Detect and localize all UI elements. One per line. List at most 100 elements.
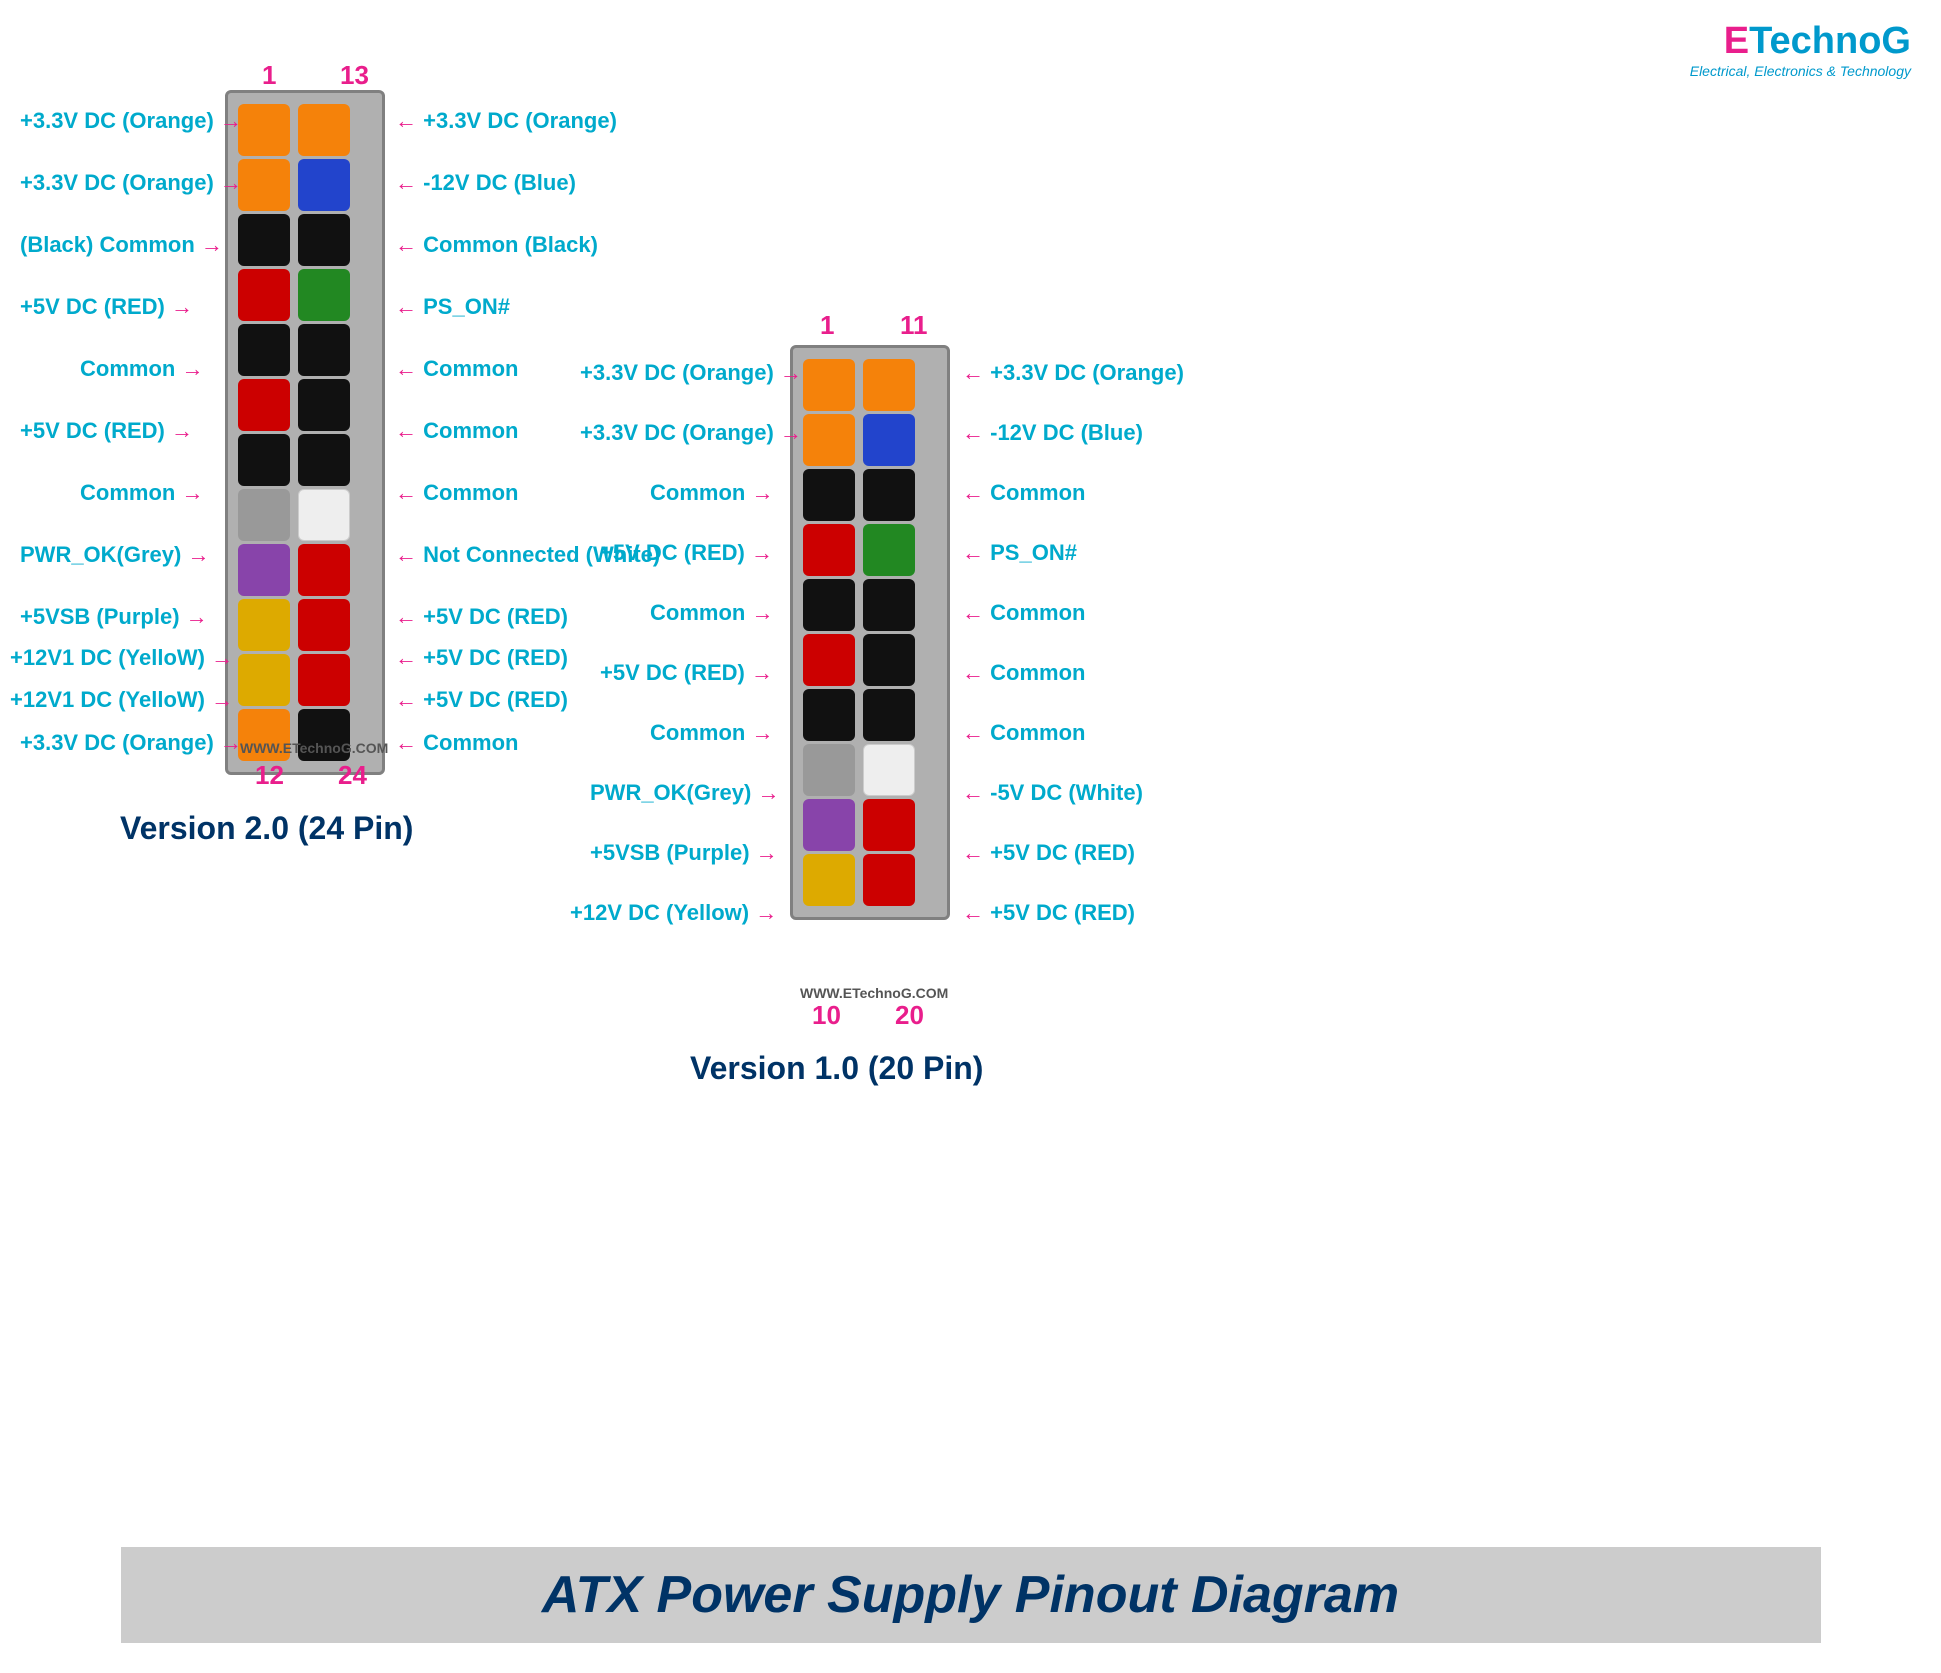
label-20-left-3: Common	[650, 480, 773, 506]
label-20-right-4: PS_ON#	[962, 540, 1077, 566]
label-20-left-7: Common	[650, 720, 773, 746]
pin20-6-2	[863, 634, 915, 686]
page-title: ATX Power Supply Pinout Diagram	[181, 1565, 1761, 1625]
pin-row-8	[238, 489, 372, 541]
pin-row-4	[238, 269, 372, 321]
pin20-row-7	[803, 689, 937, 741]
pin20-4-2	[863, 524, 915, 576]
label-24-left-2: +3.3V DC (Orange)	[20, 170, 242, 196]
label-20-left-8: PWR_OK(Grey)	[590, 780, 779, 806]
pin20-10-2	[863, 854, 915, 906]
label-24-right-6: Common	[395, 418, 518, 444]
label-20-right-10: +5V DC (RED)	[962, 900, 1135, 926]
label-24-left-10: +12V1 DC (YelloW)	[10, 645, 233, 671]
logo-sub: Electrical, Electronics & Technology	[1690, 63, 1911, 79]
pin20-2-2	[863, 414, 915, 466]
pin-num-10-20: 10	[812, 1000, 841, 1031]
pin20-3-2	[863, 469, 915, 521]
label-24-left-8: PWR_OK(Grey)	[20, 542, 209, 568]
label-24-right-10: +5V DC (RED)	[395, 645, 568, 671]
pin-num-1-24: 1	[262, 60, 276, 91]
label-20-left-6: +5V DC (RED)	[600, 660, 773, 686]
logo: ETechnoG Electrical, Electronics & Techn…	[1690, 20, 1911, 79]
label-24-left-12: +3.3V DC (Orange)	[20, 730, 242, 756]
connector-24pin	[225, 90, 385, 775]
label-20-right-7: Common	[962, 720, 1085, 746]
version-24-label: Version 2.0 (24 Pin)	[120, 810, 413, 847]
label-24-right-9: +5V DC (RED)	[395, 604, 568, 630]
title-bar: ATX Power Supply Pinout Diagram	[121, 1547, 1821, 1643]
label-20-left-4: +5V DC (RED)	[600, 540, 773, 566]
watermark-20pin: WWW.ETechnoG.COM	[800, 985, 948, 1001]
pin-8-1	[238, 489, 290, 541]
pin-2-2	[298, 159, 350, 211]
logo-e: E	[1724, 20, 1749, 62]
label-20-right-8: -5V DC (White)	[962, 780, 1143, 806]
version-20-label: Version 1.0 (20 Pin)	[690, 1050, 983, 1087]
label-24-left-11: +12V1 DC (YelloW)	[10, 687, 233, 713]
pin-row-9	[238, 544, 372, 596]
label-20-right-6: Common	[962, 660, 1085, 686]
pin-5-1	[238, 324, 290, 376]
pin20-7-2	[863, 689, 915, 741]
pin-10-1	[238, 599, 290, 651]
pin-1-2	[298, 104, 350, 156]
pin20-2-1	[803, 414, 855, 466]
label-24-left-7: Common	[80, 480, 203, 506]
pin-11-1	[238, 654, 290, 706]
pin20-row-4	[803, 524, 937, 576]
pin20-8-1	[803, 744, 855, 796]
pin20-9-1	[803, 799, 855, 851]
pin-11-2	[298, 654, 350, 706]
pin-2-1	[238, 159, 290, 211]
pin20-5-2	[863, 579, 915, 631]
pin-4-2	[298, 269, 350, 321]
connector-20pin	[790, 345, 950, 920]
label-24-left-1: +3.3V DC (Orange)	[20, 108, 242, 134]
pin-9-2	[298, 544, 350, 596]
label-24-left-3: (Black) Common	[20, 232, 223, 258]
pin-num-12-24: 12	[255, 760, 284, 791]
pin20-row-10	[803, 854, 937, 906]
label-20-right-3: Common	[962, 480, 1085, 506]
page: ETechnoG Electrical, Electronics & Techn…	[0, 0, 1941, 1673]
pin-5-2	[298, 324, 350, 376]
pin-row-6	[238, 379, 372, 431]
label-20-left-10: +12V DC (Yellow)	[570, 900, 777, 926]
label-24-left-5: Common	[80, 356, 203, 382]
pin20-5-1	[803, 579, 855, 631]
pin-4-1	[238, 269, 290, 321]
pin20-row-6	[803, 634, 937, 686]
label-20-right-1: +3.3V DC (Orange)	[962, 360, 1184, 386]
pin20-9-2	[863, 799, 915, 851]
label-20-right-2: -12V DC (Blue)	[962, 420, 1143, 446]
label-24-right-1: +3.3V DC (Orange)	[395, 108, 617, 134]
pin-1-1	[238, 104, 290, 156]
pin20-row-3	[803, 469, 937, 521]
pin-row-1	[238, 104, 372, 156]
watermark-24pin: WWW.ETechnoG.COM	[240, 740, 388, 756]
pin20-6-1	[803, 634, 855, 686]
pin-3-1	[238, 214, 290, 266]
pin-7-1	[238, 434, 290, 486]
pin20-1-2	[863, 359, 915, 411]
pin-6-1	[238, 379, 290, 431]
pin-6-2	[298, 379, 350, 431]
pin-num-13-24: 13	[340, 60, 369, 91]
pin-row-7	[238, 434, 372, 486]
pin-row-10	[238, 599, 372, 651]
label-24-right-11: +5V DC (RED)	[395, 687, 568, 713]
label-24-right-5: Common	[395, 356, 518, 382]
label-20-left-1: +3.3V DC (Orange)	[580, 360, 802, 386]
label-24-right-12: Common	[395, 730, 518, 756]
pin-7-2	[298, 434, 350, 486]
label-24-right-4: PS_ON#	[395, 294, 510, 320]
pin20-10-1	[803, 854, 855, 906]
pin20-row-8	[803, 744, 937, 796]
label-24-left-4: +5V DC (RED)	[20, 294, 193, 320]
pin-row-5	[238, 324, 372, 376]
pin20-row-1	[803, 359, 937, 411]
pin-8-2	[298, 489, 350, 541]
pin-10-2	[298, 599, 350, 651]
label-24-left-9: +5VSB (Purple)	[20, 604, 208, 630]
